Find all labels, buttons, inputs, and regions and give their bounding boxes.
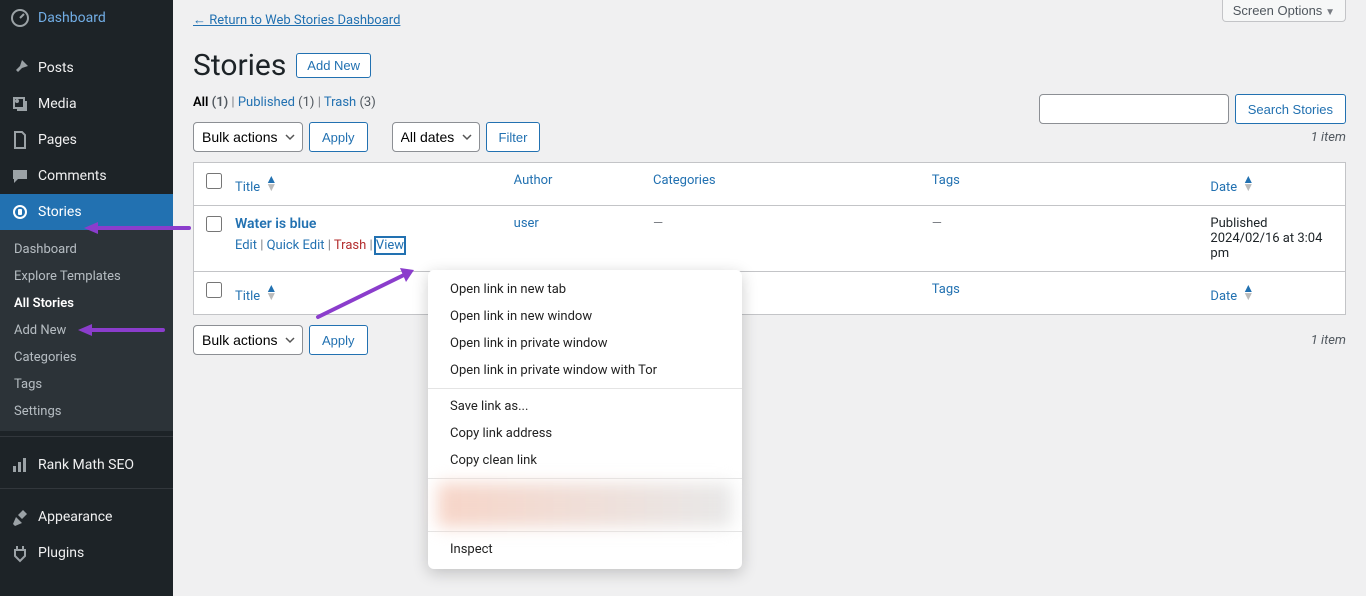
filter-button[interactable]: Filter	[486, 122, 541, 152]
row-title-link[interactable]: Water is blue	[235, 216, 317, 232]
chart-icon	[10, 455, 30, 475]
plugins-icon	[10, 543, 30, 563]
sidebar-item-pages[interactable]: Pages	[0, 122, 173, 158]
sidebar-item-dashboard[interactable]: Dashboard	[0, 0, 173, 36]
date-filter-select[interactable]: All dates	[392, 122, 480, 152]
column-date-sort-bottom[interactable]: Date ▲▼	[1210, 289, 1254, 304]
sort-icon: ▲▼	[1242, 173, 1254, 193]
context-open-private-tor[interactable]: Open link in private window with Tor	[428, 357, 742, 384]
edit-link[interactable]: Edit	[235, 238, 257, 253]
quick-edit-link[interactable]: Quick Edit	[267, 238, 325, 253]
stories-icon	[10, 202, 30, 222]
sort-icon: ▲▼	[265, 282, 277, 302]
screen-options-button[interactable]: Screen Options	[1222, 0, 1346, 22]
column-categories: Categories	[643, 163, 922, 206]
sidebar-label: Appearance	[38, 509, 112, 525]
sidebar-label: Media	[38, 96, 77, 112]
select-all-checkbox-top[interactable]	[206, 173, 222, 189]
sidebar-item-plugins[interactable]: Plugins	[0, 535, 173, 571]
context-copy-clean-link[interactable]: Copy clean link	[428, 447, 742, 474]
trash-link[interactable]: Trash	[334, 238, 366, 253]
column-tags-bottom: Tags	[922, 271, 1201, 314]
search-button[interactable]: Search Stories	[1235, 94, 1346, 124]
view-link[interactable]: View	[376, 238, 404, 253]
sidebar-item-posts[interactable]: Posts	[0, 50, 173, 86]
context-blurred-section	[438, 483, 732, 527]
comments-icon	[10, 166, 30, 186]
context-open-private[interactable]: Open link in private window	[428, 330, 742, 357]
sidebar-item-appearance[interactable]: Appearance	[0, 499, 173, 535]
column-title-sort-bottom[interactable]: Title ▲▼	[235, 289, 277, 304]
bulk-actions-select-bottom[interactable]: Bulk actions	[193, 325, 303, 355]
item-count-bottom: 1 item	[1311, 333, 1346, 348]
sidebar-label: Rank Math SEO	[38, 457, 134, 473]
table-row: Water is blue Edit | Quick Edit | Trash …	[194, 206, 1345, 271]
apply-button-top[interactable]: Apply	[309, 122, 368, 152]
sidebar-item-rank-math[interactable]: Rank Math SEO	[0, 447, 173, 483]
row-date: Published 2024/02/16 at 3:04 pm	[1200, 206, 1345, 271]
item-count-top: 1 item	[1311, 130, 1346, 145]
context-inspect[interactable]: Inspect	[428, 536, 742, 563]
sort-icon: ▲▼	[1242, 282, 1254, 302]
bulk-actions-select-top[interactable]: Bulk actions	[193, 122, 303, 152]
context-open-new-tab[interactable]: Open link in new tab	[428, 276, 742, 303]
sidebar-sub-dashboard[interactable]: Dashboard	[0, 236, 173, 263]
search-input[interactable]	[1039, 94, 1229, 124]
pin-icon	[10, 58, 30, 78]
row-tags: —	[922, 206, 1201, 271]
sidebar-sub-all-stories[interactable]: All Stories	[0, 290, 173, 317]
column-author: Author	[504, 163, 643, 206]
sidebar-label: Dashboard	[38, 10, 106, 26]
apply-button-bottom[interactable]: Apply	[309, 325, 368, 355]
sidebar-label: Stories	[38, 204, 82, 220]
sidebar-label: Pages	[38, 132, 77, 148]
sidebar-submenu-stories: Dashboard Explore Templates All Stories …	[0, 230, 173, 431]
return-to-dashboard-link[interactable]: ← Return to Web Stories Dashboard	[193, 12, 400, 28]
column-date-sort[interactable]: Date ▲▼	[1210, 180, 1254, 195]
page-title: Stories	[193, 48, 286, 83]
context-open-new-window[interactable]: Open link in new window	[428, 303, 742, 330]
filter-all-link[interactable]: All (1)	[193, 95, 228, 110]
row-checkbox[interactable]	[206, 216, 222, 232]
row-categories: —	[643, 206, 922, 271]
column-tags: Tags	[922, 163, 1201, 206]
appearance-icon	[10, 507, 30, 527]
sidebar-label: Posts	[38, 60, 74, 76]
dashboard-icon	[10, 8, 30, 28]
sidebar-sub-add-new[interactable]: Add New	[0, 317, 173, 344]
row-actions: Edit | Quick Edit | Trash | View	[235, 238, 494, 253]
author-link[interactable]: user	[514, 216, 539, 231]
media-icon	[10, 94, 30, 114]
sidebar-item-stories[interactable]: Stories	[0, 194, 173, 230]
admin-sidebar: Dashboard Posts Media Pages Comments Sto…	[0, 0, 173, 596]
sidebar-sub-explore-templates[interactable]: Explore Templates	[0, 263, 173, 290]
sort-icon: ▲▼	[265, 173, 277, 193]
sidebar-item-comments[interactable]: Comments	[0, 158, 173, 194]
context-menu: Open link in new tab Open link in new wi…	[428, 270, 742, 569]
sidebar-item-media[interactable]: Media	[0, 86, 173, 122]
pages-icon	[10, 130, 30, 150]
sidebar-sub-settings[interactable]: Settings	[0, 398, 173, 425]
context-copy-link[interactable]: Copy link address	[428, 420, 742, 447]
context-save-link[interactable]: Save link as...	[428, 393, 742, 420]
sidebar-sub-categories[interactable]: Categories	[0, 344, 173, 371]
select-all-checkbox-bottom[interactable]	[206, 282, 222, 298]
sidebar-label: Plugins	[38, 545, 84, 561]
column-title-sort[interactable]: Title ▲▼	[235, 180, 277, 195]
stories-table: Title ▲▼ Author Categories Tags Date ▲▼ …	[193, 162, 1346, 315]
filter-trash-link[interactable]: Trash (3)	[324, 95, 376, 110]
sidebar-label: Comments	[38, 168, 107, 184]
sidebar-sub-tags[interactable]: Tags	[0, 371, 173, 398]
filter-published-link[interactable]: Published (1)	[238, 95, 315, 110]
main-content: Screen Options ← Return to Web Stories D…	[173, 0, 1366, 365]
add-new-button[interactable]: Add New	[296, 53, 371, 78]
